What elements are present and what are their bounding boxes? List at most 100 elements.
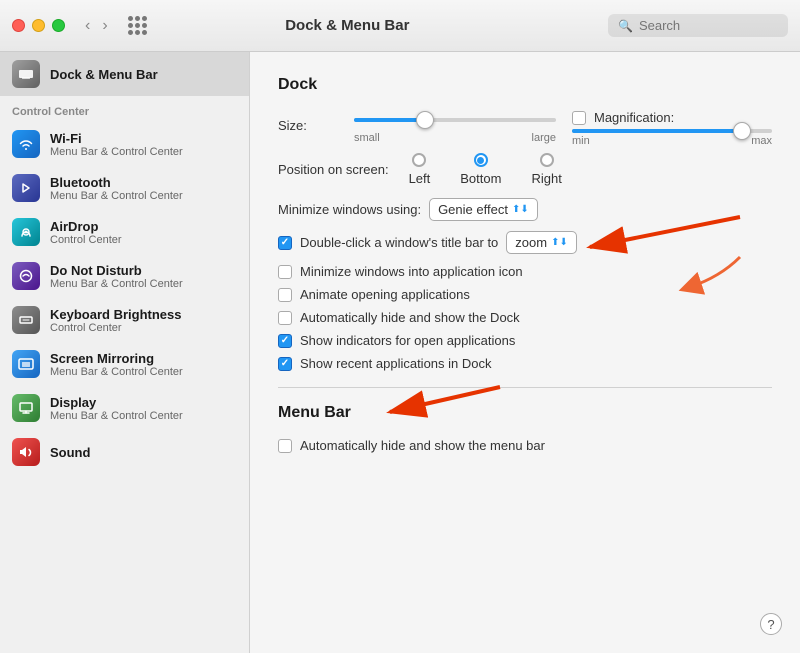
mag-min-label: min [572, 135, 590, 147]
checkbox-auto-hide: Automatically hide and show the Dock [278, 310, 772, 325]
close-button[interactable] [12, 19, 25, 32]
checkbox-animate: Animate opening applications [278, 287, 772, 302]
help-button[interactable]: ? [760, 613, 782, 635]
size-row: Size: small large Magnification [278, 110, 772, 147]
minimize-row: Minimize windows using: Genie effect ⬆⬇ [278, 198, 772, 221]
sound-icon [12, 438, 40, 466]
maximize-button[interactable] [52, 19, 65, 32]
search-input[interactable] [639, 18, 779, 33]
position-row: Position on screen: Left Bottom Right [278, 153, 772, 186]
zoom-select[interactable]: zoom ⬆⬇ [506, 231, 577, 254]
divider [278, 387, 772, 388]
sidebar-item-keyboard-brightness[interactable]: Keyboard Brightness Control Center [0, 298, 249, 342]
dbl-click-label: Double-click a window's title bar to [300, 235, 498, 250]
dock-section-title: Dock [278, 76, 772, 94]
zoom-select-value: zoom [515, 235, 547, 250]
sound-title: Sound [50, 445, 90, 460]
minimize-icon-label: Minimize windows into application icon [300, 264, 523, 279]
sidebar-item-airdrop[interactable]: AirDrop Control Center [0, 210, 249, 254]
sidebar-item-sound[interactable]: Sound [0, 430, 249, 474]
dock-menu-bar-icon [12, 60, 40, 88]
show-recent-label: Show recent applications in Dock [300, 356, 492, 371]
minimize-button[interactable] [32, 19, 45, 32]
auto-hide-label: Automatically hide and show the Dock [300, 310, 520, 325]
auto-hide-menu-label: Automatically hide and show the menu bar [300, 438, 545, 453]
sidebar-item-screen-mirroring[interactable]: Screen Mirroring Menu Bar & Control Cent… [0, 342, 249, 386]
search-box[interactable]: 🔍 [608, 14, 788, 37]
menu-bar-section-title: Menu Bar [278, 404, 772, 422]
airdrop-text: AirDrop Control Center [50, 219, 122, 246]
select-arrow-icon: ⬆⬇ [512, 204, 529, 215]
bluetooth-text: Bluetooth Menu Bar & Control Center [50, 175, 183, 202]
auto-hide-menu-checkbox[interactable] [278, 439, 292, 453]
bluetooth-icon [12, 174, 40, 202]
main-layout: Dock & Menu Bar Control Center Wi-Fi Men… [0, 52, 800, 653]
traffic-lights [12, 19, 65, 32]
window-title: Dock & Menu Bar [99, 17, 596, 34]
bluetooth-subtitle: Menu Bar & Control Center [50, 190, 183, 202]
position-label: Position on screen: [278, 162, 389, 177]
show-indicators-checkbox[interactable] [278, 334, 292, 348]
screen-mirroring-text: Screen Mirroring Menu Bar & Control Cent… [50, 351, 183, 378]
sidebar-item-display[interactable]: Display Menu Bar & Control Center [0, 386, 249, 430]
title-bar: ‹ › Dock & Menu Bar 🔍 [0, 0, 800, 52]
content-area: Dock Size: small large [250, 52, 800, 653]
position-right-label: Right [531, 171, 561, 186]
wifi-title: Wi-Fi [50, 131, 183, 146]
keyboard-brightness-text: Keyboard Brightness Control Center [50, 307, 181, 334]
magnification-label: Magnification: [594, 110, 674, 125]
magnification-container: Magnification: min max [572, 110, 772, 147]
size-small-label: small [354, 132, 380, 144]
back-button[interactable]: ‹ [81, 15, 94, 37]
position-left[interactable]: Left [409, 153, 431, 186]
display-subtitle: Menu Bar & Control Center [50, 410, 183, 422]
keyboard-brightness-icon [12, 306, 40, 334]
show-recent-checkbox[interactable] [278, 357, 292, 371]
minimize-icon-checkbox[interactable] [278, 265, 292, 279]
magnification-slider[interactable] [572, 129, 772, 133]
zoom-select-arrow-icon: ⬆⬇ [551, 237, 568, 248]
animate-checkbox[interactable] [278, 288, 292, 302]
airdrop-title: AirDrop [50, 219, 122, 234]
size-slider-container: small large [354, 110, 556, 144]
position-left-radio[interactable] [412, 153, 426, 167]
screen-mirroring-icon [12, 350, 40, 378]
display-text: Display Menu Bar & Control Center [50, 395, 183, 422]
sidebar-item-bluetooth[interactable]: Bluetooth Menu Bar & Control Center [0, 166, 249, 210]
mag-max-label: max [751, 135, 772, 147]
airdrop-icon [12, 218, 40, 246]
position-right[interactable]: Right [531, 153, 561, 186]
checkbox-show-indicators: Show indicators for open applications [278, 333, 772, 348]
dnd-subtitle: Menu Bar & Control Center [50, 278, 183, 290]
size-slider[interactable] [354, 110, 556, 130]
display-icon [12, 394, 40, 422]
dock-menu-bar-title: Dock & Menu Bar [50, 67, 158, 82]
animate-label: Animate opening applications [300, 287, 470, 302]
keyboard-brightness-subtitle: Control Center [50, 322, 181, 334]
position-bottom-radio[interactable] [474, 153, 488, 167]
position-options: Left Bottom Right [409, 153, 562, 186]
dbl-click-checkbox[interactable] [278, 236, 292, 250]
sidebar-item-wifi[interactable]: Wi-Fi Menu Bar & Control Center [0, 122, 249, 166]
minimize-effect-value: Genie effect [438, 202, 508, 217]
screen-mirroring-subtitle: Menu Bar & Control Center [50, 366, 183, 378]
auto-hide-checkbox[interactable] [278, 311, 292, 325]
checkbox-auto-hide-menu: Automatically hide and show the menu bar [278, 438, 772, 453]
wifi-subtitle: Menu Bar & Control Center [50, 146, 183, 158]
dock-menu-bar-text: Dock & Menu Bar [50, 67, 158, 82]
wifi-icon [12, 130, 40, 158]
size-label: Size: [278, 118, 307, 133]
size-slider-labels: small large [354, 132, 556, 144]
position-right-radio[interactable] [540, 153, 554, 167]
keyboard-brightness-title: Keyboard Brightness [50, 307, 181, 322]
minimize-effect-select[interactable]: Genie effect ⬆⬇ [429, 198, 538, 221]
sidebar-item-dock-menu-bar[interactable]: Dock & Menu Bar [0, 52, 249, 96]
magnification-checkbox[interactable] [572, 111, 586, 125]
position-bottom[interactable]: Bottom [460, 153, 501, 186]
screen-mirroring-title: Screen Mirroring [50, 351, 183, 366]
dnd-title: Do Not Disturb [50, 263, 183, 278]
position-bottom-label: Bottom [460, 171, 501, 186]
sidebar-item-do-not-disturb[interactable]: Do Not Disturb Menu Bar & Control Center [0, 254, 249, 298]
sidebar: Dock & Menu Bar Control Center Wi-Fi Men… [0, 52, 250, 653]
checkbox-show-recent: Show recent applications in Dock [278, 356, 772, 371]
